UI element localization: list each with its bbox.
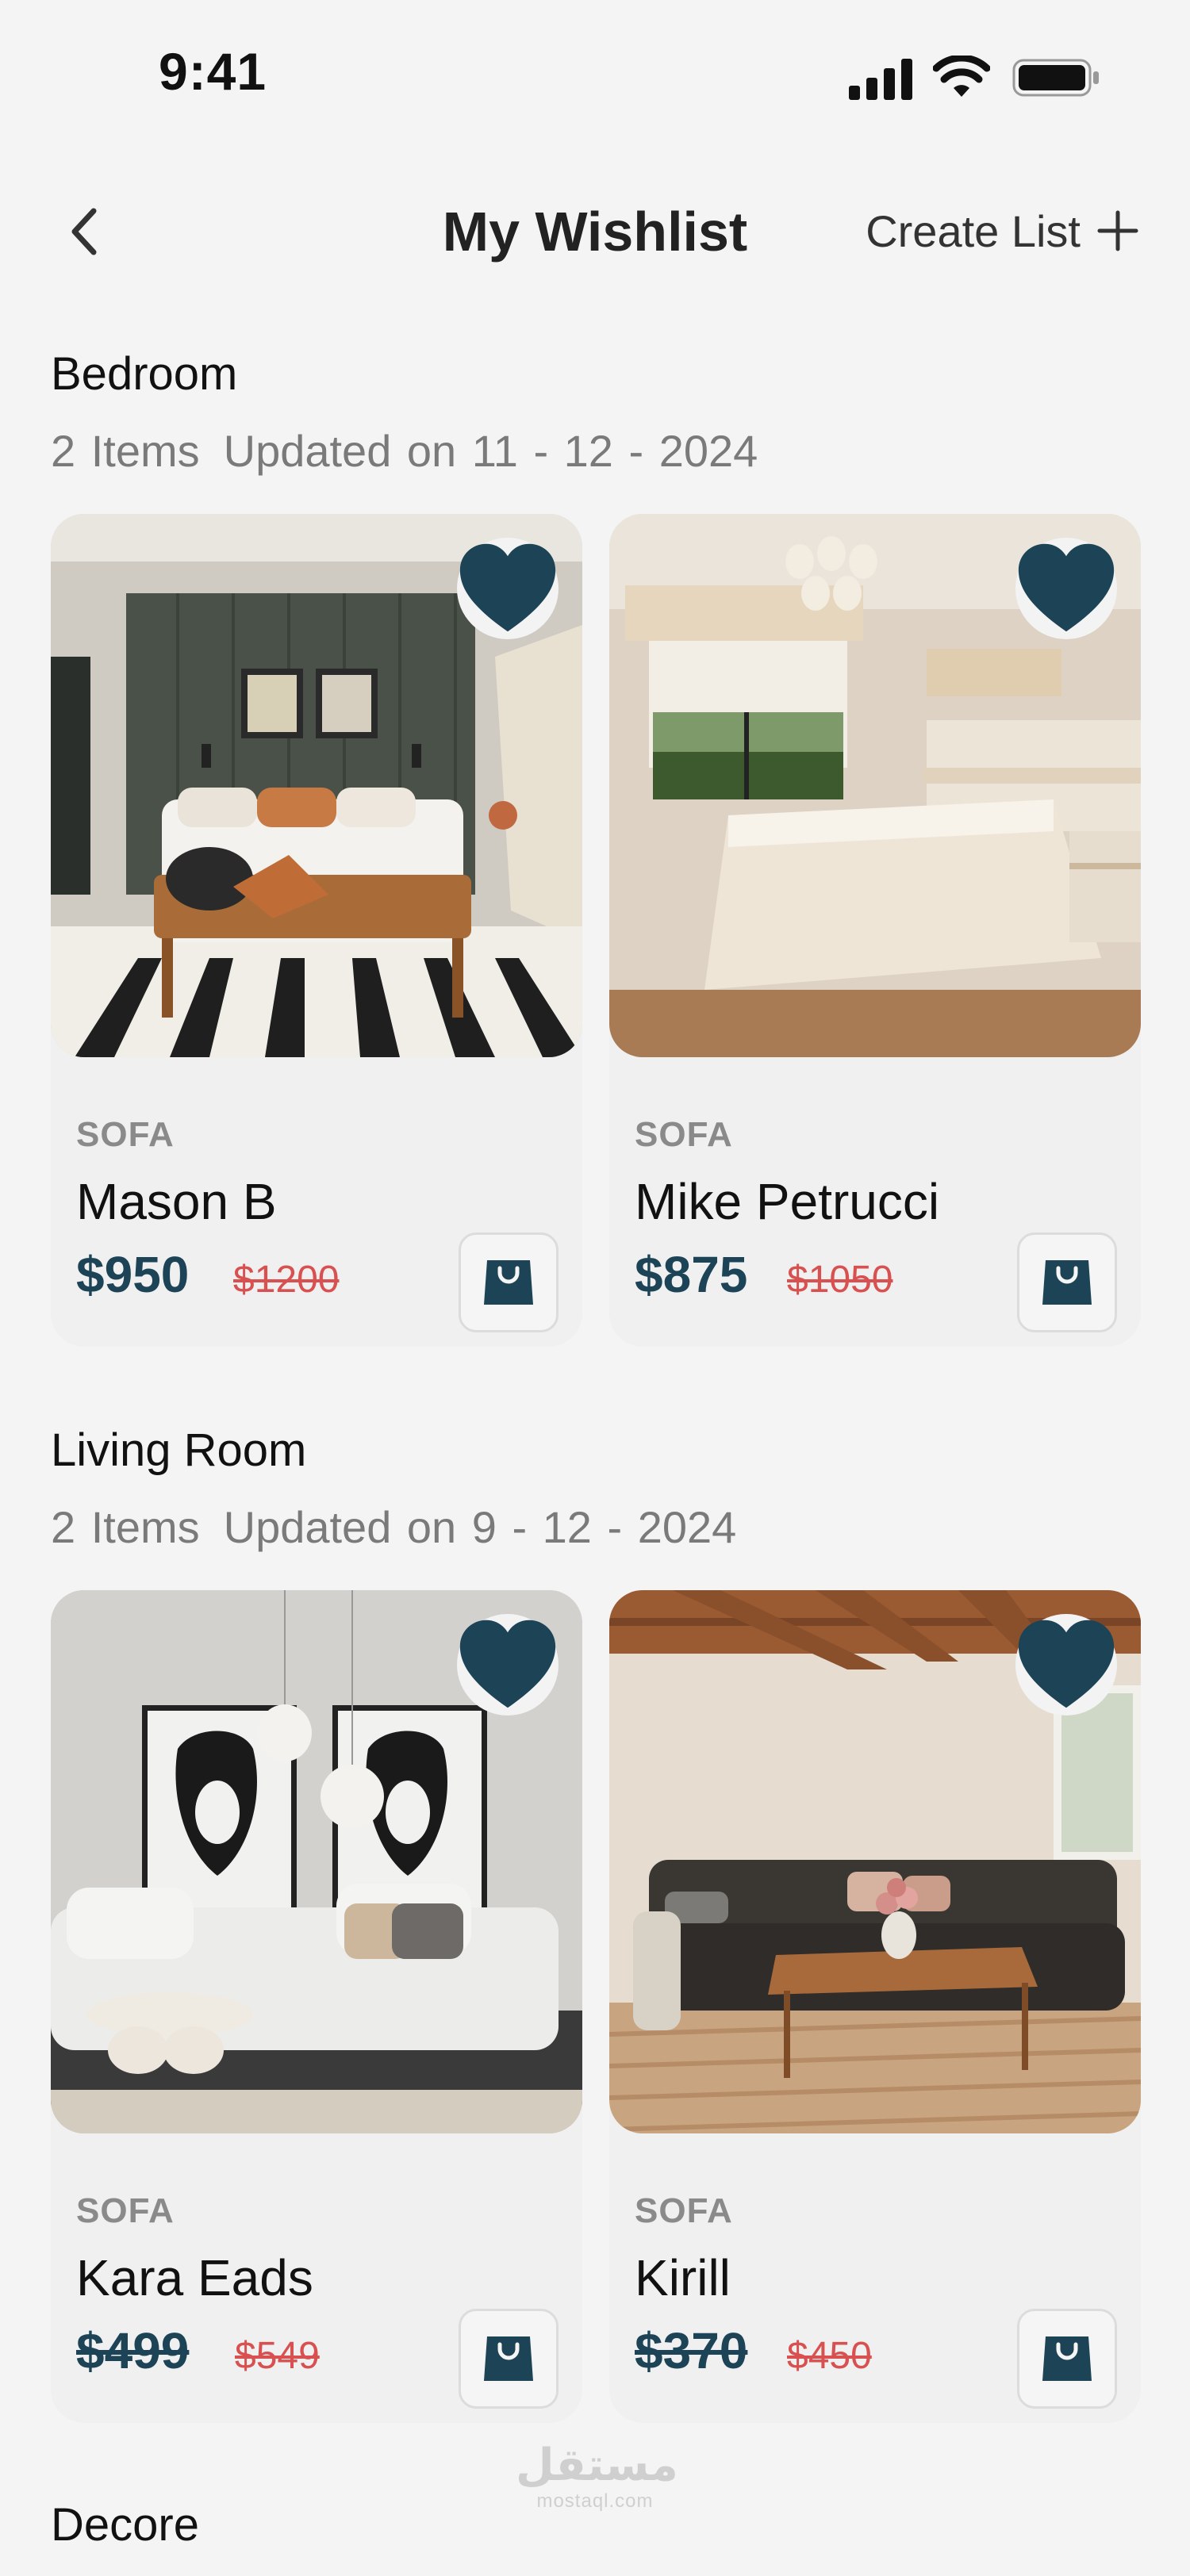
section-meta: 2 Items Updated on 9 - 12 - 2024 [51,1501,736,1553]
section-title: Bedroom [51,348,238,400]
section-title: Living Room [51,1424,307,1476]
product-card-mike-petrucci[interactable]: SOFA Mike Petrucci $875 $1050 [609,514,1141,1347]
product-image-bedroom-light[interactable] [609,514,1141,1057]
product-image-living-white-sofa[interactable] [51,1590,582,2133]
product-price: $875 [635,1246,748,1303]
battery-icon [1012,59,1099,97]
product-card-kara-eads[interactable]: SOFA Kara Eads $499 $549 [51,1590,582,2423]
product-category: SOFA [635,1115,733,1154]
product-category: SOFA [635,2191,733,2230]
product-old-price: $549 [235,2335,320,2377]
product-image-living-dark-sofa[interactable] [609,1590,1141,2133]
favorite-button[interactable] [1015,538,1117,639]
product-old-price: $1200 [233,1259,340,1301]
product-price: $499 [76,2322,190,2379]
favorite-button[interactable] [1015,1614,1117,1715]
product-price: $950 [76,1246,190,1303]
shopping-bag-icon [1042,1260,1092,1305]
create-list-label: Create List [866,205,1081,256]
heart-icon [1018,1620,1115,1708]
wifi-icon [933,56,990,97]
watermark-logo: مستقل mostaql.com [516,2443,678,2512]
heart-icon [1018,543,1115,632]
items-count: 2 Items [51,1502,200,1552]
section-bedroom: Bedroom 2 Items Updated on 11 - 12 - 2024 [0,347,1190,1378]
product-name: Kara Eads [76,2249,313,2306]
shopping-bag-icon [484,1260,533,1305]
status-time: 9:41 [159,42,267,101]
product-price: $370 [635,2322,748,2379]
section-meta: 2 Items Updated on 11 - 12 - 2024 [51,425,758,477]
add-to-cart-button[interactable] [1017,1232,1117,1332]
favorite-button[interactable] [457,1614,559,1715]
section-title: Decore [51,2499,199,2551]
product-category: SOFA [76,1115,175,1154]
product-image-bedroom-dark[interactable] [51,514,582,1057]
product-card-mason-b[interactable]: SOFA Mason B $950 $1200 [51,514,582,1347]
create-list-button[interactable]: Create List [866,203,1139,259]
add-to-cart-button[interactable] [459,2309,559,2409]
watermark-arabic: مستقل [516,2440,678,2490]
heart-icon [459,1620,556,1708]
favorite-button[interactable] [457,538,559,639]
product-name: Mike Petrucci [635,1173,940,1230]
section-living-room: Living Room 2 Items Updated on 9 - 12 - 2… [0,1424,1190,2455]
add-to-cart-button[interactable] [1017,2309,1117,2409]
watermark-latin: mostaql.com [536,2490,654,2512]
product-name: Mason B [76,1173,277,1230]
plus-icon [1097,210,1138,251]
product-old-price: $450 [787,2335,872,2377]
product-old-price: $1050 [787,1259,893,1301]
updated-date: Updated on 11 - 12 - 2024 [223,426,758,476]
shopping-bag-icon [1042,2336,1092,2381]
items-count: 2 Items [51,426,200,476]
shopping-bag-icon [484,2336,533,2381]
add-to-cart-button[interactable] [459,1232,559,1332]
heart-icon [459,543,556,632]
product-card-kirill[interactable]: SOFA Kirill $370 $450 [609,1590,1141,2423]
product-category: SOFA [76,2191,175,2230]
updated-date: Updated on 9 - 12 - 2024 [223,1502,737,1552]
status-bar: 9:41 [0,0,1190,151]
signal-icon [849,59,912,100]
header: My Wishlist Create List [0,182,1190,278]
product-name: Kirill [635,2249,731,2306]
